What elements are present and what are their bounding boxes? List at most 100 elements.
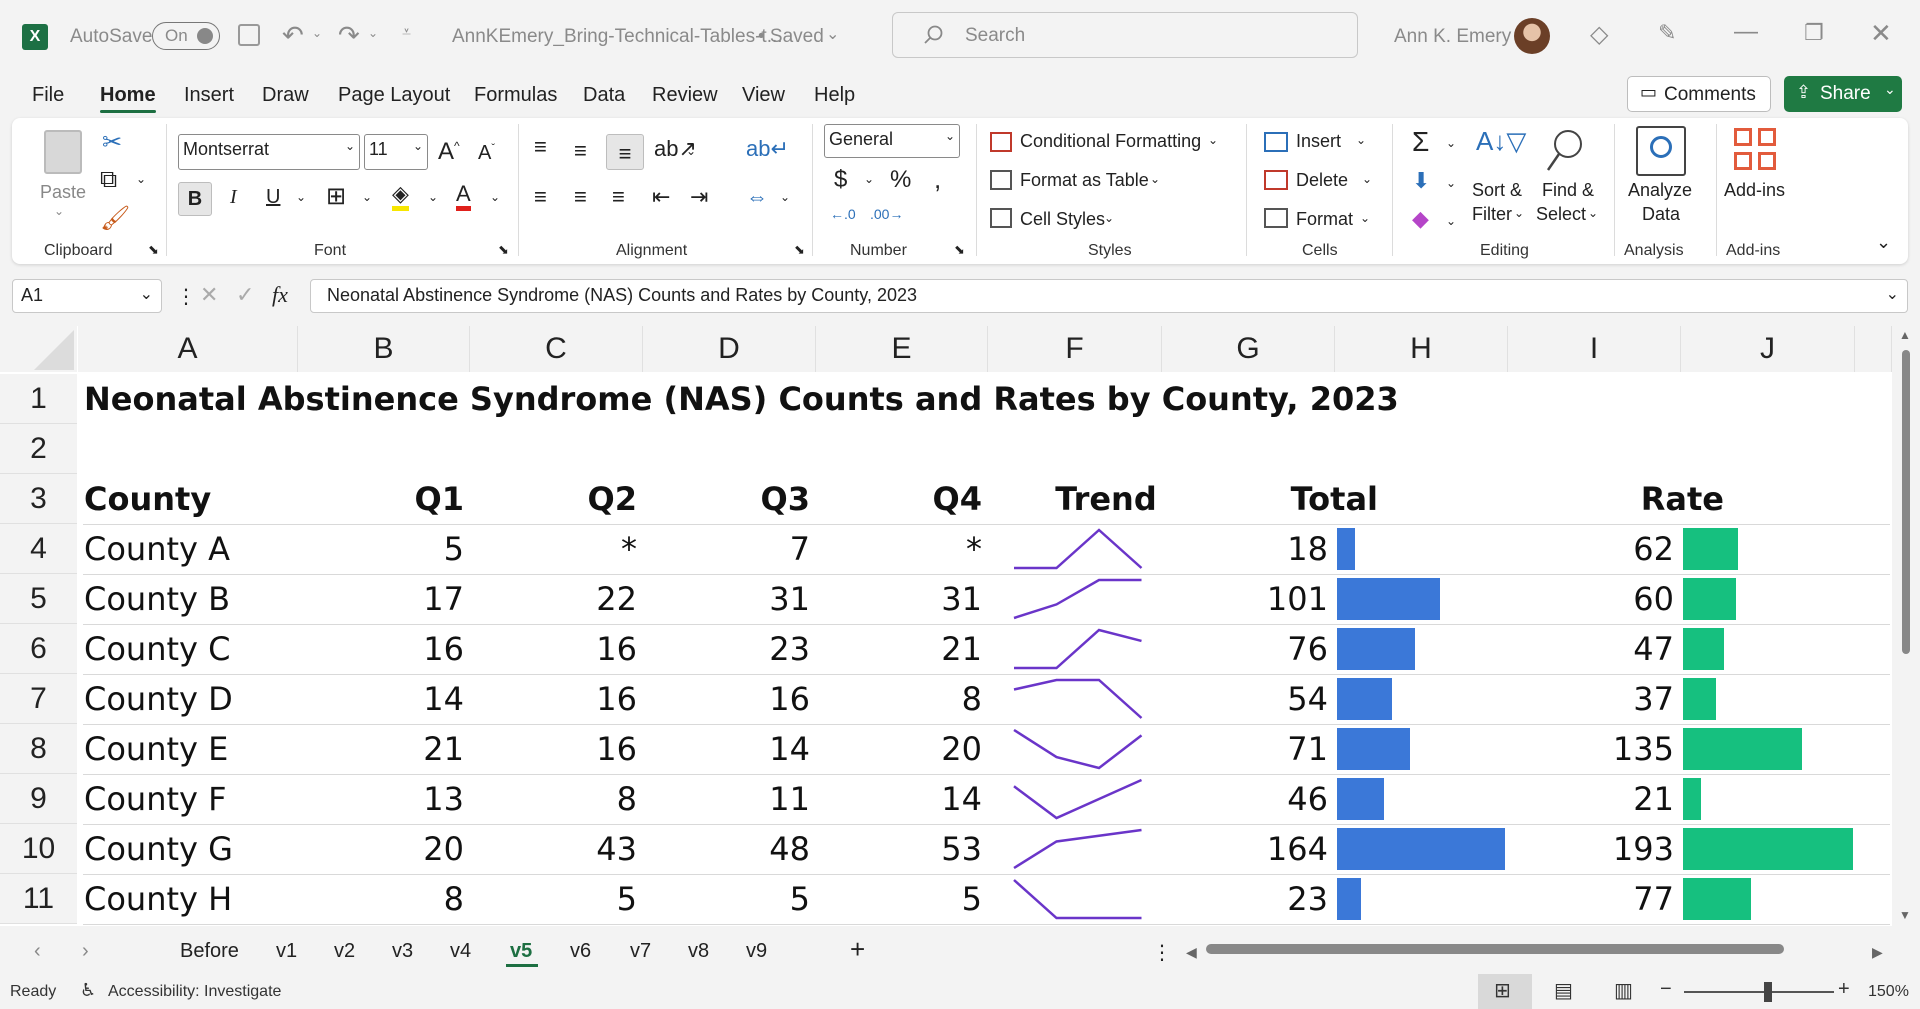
cell-total[interactable]: 18 — [1162, 524, 1328, 574]
zoom-level[interactable]: 150% — [1868, 983, 1909, 1001]
cell-q3[interactable]: 48 — [643, 824, 810, 874]
menu-data[interactable]: Data — [583, 84, 625, 107]
scroll-thumb[interactable] — [1902, 350, 1910, 654]
comma-icon[interactable]: , — [934, 164, 941, 195]
redo-dropdown-icon[interactable]: ⌄ — [368, 26, 378, 40]
find-select-label-1[interactable]: Find & — [1542, 180, 1594, 201]
tab-options-icon[interactable]: ⋮ — [1152, 940, 1172, 965]
trend-sparkline[interactable] — [1010, 826, 1150, 872]
font-size-select[interactable]: 11 ⌄ — [364, 134, 428, 170]
cell-rate[interactable]: 47 — [1508, 624, 1674, 674]
trend-sparkline[interactable] — [1010, 876, 1150, 922]
sort-filter-icon[interactable]: A↓▽ — [1476, 126, 1526, 157]
column-header-h[interactable]: H — [1335, 326, 1508, 372]
cell-q3[interactable]: 5 — [643, 874, 810, 924]
cell-q1[interactable]: 16 — [298, 624, 464, 674]
next-sheet-icon[interactable]: › — [82, 940, 89, 963]
save-icon[interactable] — [238, 24, 260, 46]
italic-button[interactable]: I — [230, 186, 237, 209]
cell-q3[interactable]: 7 — [643, 524, 810, 574]
close-icon[interactable]: ✕ — [1870, 18, 1892, 49]
percent-icon[interactable]: % — [890, 166, 911, 194]
cell-rate[interactable]: 37 — [1508, 674, 1674, 724]
cell-county[interactable]: County H — [84, 874, 232, 924]
autosum-icon[interactable]: Σ — [1412, 126, 1429, 158]
column-header-d[interactable]: D — [643, 326, 816, 372]
horizontal-scroll-thumb[interactable] — [1206, 944, 1784, 954]
insert-cells-chevron-icon[interactable]: ⌄ — [1356, 133, 1366, 147]
format-cells-label[interactable]: Format — [1296, 209, 1353, 230]
column-header-c[interactable]: C — [470, 326, 643, 372]
cell-county[interactable]: County G — [84, 824, 233, 874]
header-q1[interactable]: Q1 — [298, 474, 464, 524]
trend-sparkline[interactable] — [1010, 726, 1150, 772]
formula-more-icon[interactable]: ⋮ — [176, 284, 196, 309]
column-header-a[interactable]: A — [78, 326, 298, 372]
trend-sparkline[interactable] — [1010, 776, 1150, 822]
row-header-11[interactable]: 11 — [0, 874, 77, 924]
sheet-tab-v2[interactable]: v2 — [334, 940, 355, 963]
sheet-tab-v6[interactable]: v6 — [570, 940, 591, 963]
cell-q4[interactable]: 21 — [816, 624, 982, 674]
cell-total[interactable]: 101 — [1162, 574, 1328, 624]
decrease-indent-icon[interactable]: ⇤ — [652, 184, 670, 210]
delete-cells-label[interactable]: Delete — [1296, 170, 1348, 191]
menu-file[interactable]: File — [32, 84, 64, 107]
menu-draw[interactable]: Draw — [262, 84, 309, 107]
header-q2[interactable]: Q2 — [470, 474, 637, 524]
clipboard-launcher-icon[interactable]: ⬊ — [148, 242, 159, 258]
cell-county[interactable]: County E — [84, 724, 228, 774]
header-q3[interactable]: Q3 — [643, 474, 810, 524]
cell-q3[interactable]: 31 — [643, 574, 810, 624]
number-launcher-icon[interactable]: ⬊ — [954, 242, 965, 258]
decrease-decimal-icon[interactable]: .00→ — [870, 206, 903, 222]
share-chevron-icon[interactable]: ⌄ — [1884, 81, 1896, 98]
sheet-tab-before[interactable]: Before — [180, 940, 239, 963]
prev-sheet-icon[interactable]: ‹ — [34, 940, 41, 963]
add-sheet-icon[interactable]: + — [850, 934, 865, 965]
shrink-font-icon[interactable]: Aˇ — [478, 142, 495, 165]
column-header-g[interactable]: G — [1162, 326, 1335, 372]
grow-font-icon[interactable]: A^ — [438, 138, 460, 166]
increase-decimal-icon[interactable]: ←.0 — [830, 206, 856, 222]
page-break-view-icon[interactable]: ▥ — [1614, 978, 1633, 1003]
cancel-entry-icon[interactable]: ✕ — [200, 282, 218, 308]
cell-q4[interactable]: 8 — [816, 674, 982, 724]
trend-sparkline[interactable] — [1010, 576, 1150, 622]
column-header-e[interactable]: E — [816, 326, 988, 372]
search-box[interactable]: Search — [892, 12, 1358, 58]
row-header-5[interactable]: 5 — [0, 574, 77, 624]
row-header-3[interactable]: 3 — [0, 474, 77, 524]
menu-review[interactable]: Review — [652, 84, 718, 107]
align-bottom-button[interactable]: ≡ — [606, 134, 644, 170]
insert-cells-icon[interactable] — [1264, 132, 1288, 152]
column-header-i[interactable]: I — [1508, 326, 1681, 372]
cell-total[interactable]: 71 — [1162, 724, 1328, 774]
sheet-tab-v5[interactable]: v5 — [510, 940, 532, 963]
zoom-in-icon[interactable]: + — [1838, 978, 1850, 1001]
fill-icon[interactable]: ⬇ — [1412, 168, 1430, 194]
format-painter-icon[interactable]: 🖌 — [100, 204, 130, 233]
fill-color-icon[interactable]: ◈ — [392, 182, 409, 211]
sort-filter-label-2[interactable]: Filter — [1472, 204, 1512, 225]
cell-q2[interactable]: * — [470, 524, 637, 574]
zoom-slider-track[interactable] — [1684, 991, 1834, 993]
conditional-formatting-icon[interactable] — [990, 132, 1012, 152]
scroll-up-icon[interactable]: ▲ — [1899, 328, 1911, 342]
header-total[interactable]: Total — [1162, 474, 1378, 524]
autosum-chevron-icon[interactable]: ⌄ — [1446, 136, 1456, 150]
cell-q1[interactable]: 5 — [298, 524, 464, 574]
excel-logo-icon[interactable]: X — [22, 24, 48, 50]
scroll-down-icon[interactable]: ▼ — [1899, 908, 1911, 922]
column-header-f[interactable]: F — [988, 326, 1162, 372]
cell-q4[interactable]: 14 — [816, 774, 982, 824]
row-header-1[interactable]: 1 — [0, 374, 77, 424]
cell-q2[interactable]: 22 — [470, 574, 637, 624]
cell-q1[interactable]: 14 — [298, 674, 464, 724]
sheet-tab-v1[interactable]: v1 — [276, 940, 297, 963]
sort-filter-label-1[interactable]: Sort & — [1472, 180, 1522, 201]
row-header-2[interactable]: 2 — [0, 424, 77, 474]
vertical-scrollbar[interactable]: ▲ ▼ — [1892, 326, 1920, 926]
sort-filter-chevron-icon[interactable]: ⌄ — [1514, 206, 1524, 220]
scroll-left-icon[interactable]: ◀ — [1186, 944, 1197, 961]
